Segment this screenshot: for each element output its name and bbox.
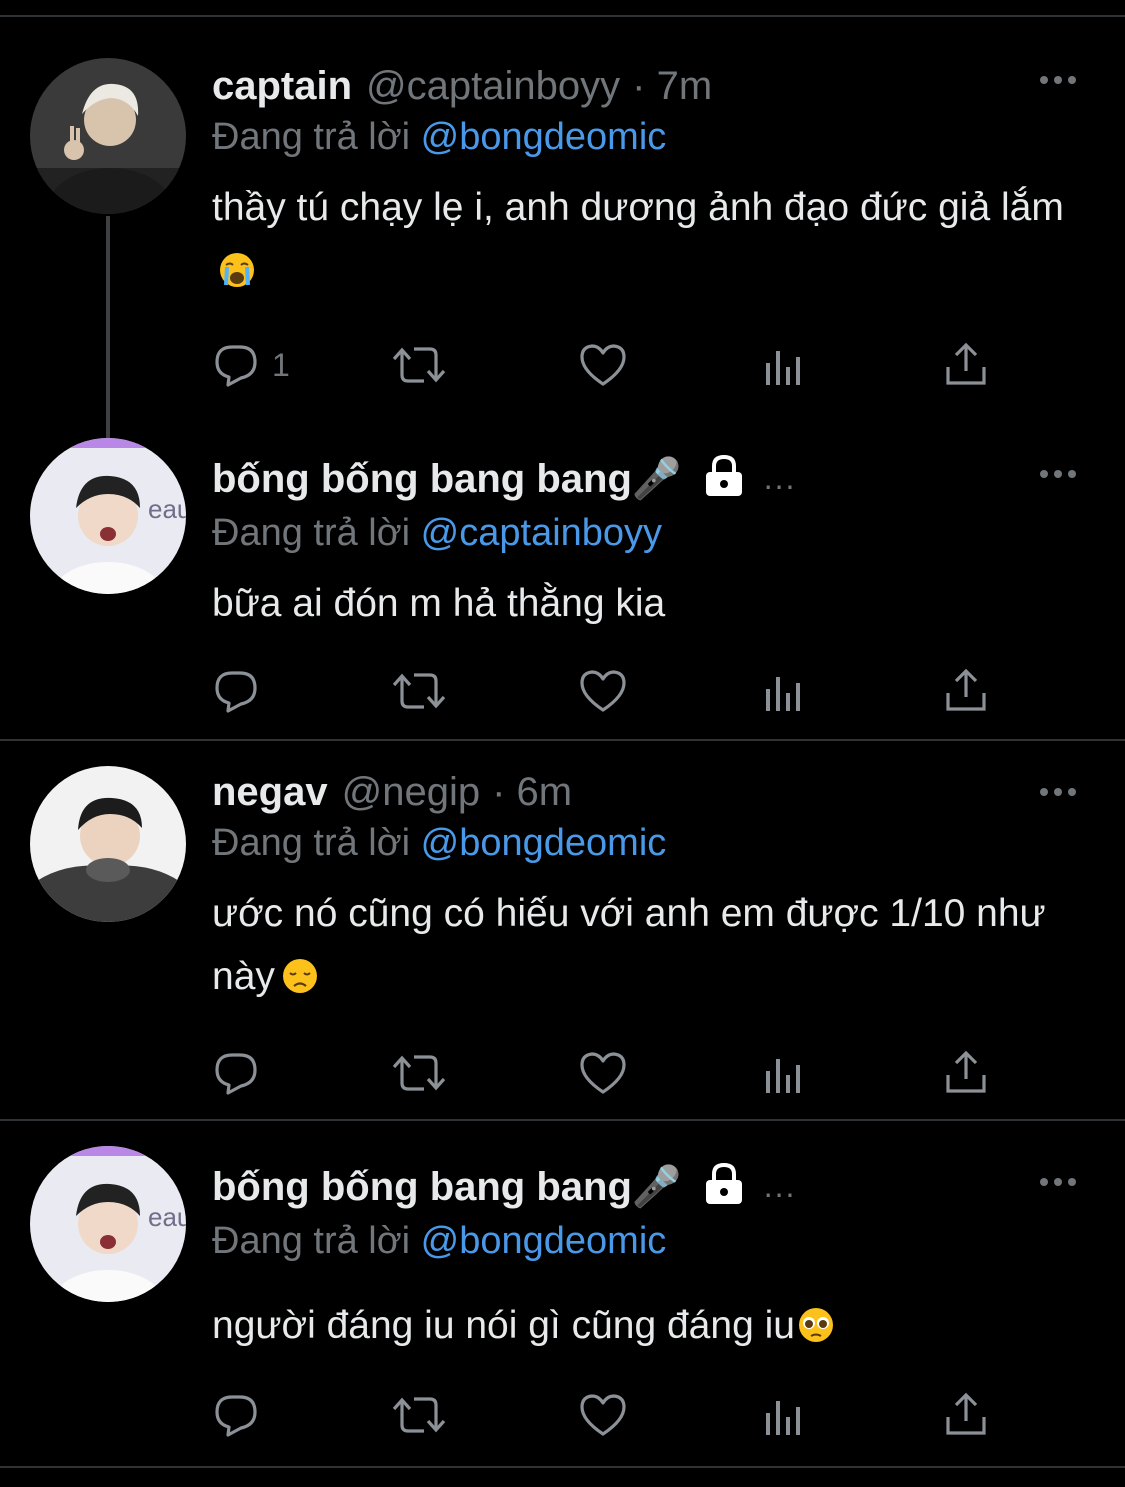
tweet-actions: 1 — [212, 340, 1012, 390]
like-button[interactable] — [578, 666, 628, 716]
tweet-text-content: người đáng iu nói gì cũng đáng iu — [212, 1304, 795, 1347]
heart-icon — [578, 341, 628, 389]
heart-icon — [578, 1391, 628, 1439]
reply-prefix: Đang trả lời — [212, 116, 411, 158]
timestamp[interactable]: · 6m — [492, 770, 572, 815]
reply-icon — [212, 1049, 260, 1097]
tweet-actions — [212, 1048, 1012, 1098]
reply-prefix: Đang trả lời — [212, 512, 411, 554]
tweet-text: thầy tú chạy lẹ i, anh dương ảnh đạo đức… — [212, 176, 1102, 308]
share-button[interactable] — [944, 1390, 988, 1440]
analytics-icon — [764, 1049, 806, 1097]
handle[interactable]: @captainboyy — [366, 64, 620, 109]
svg-text:eau: eau — [148, 494, 186, 524]
tweet-divider — [0, 739, 1125, 741]
reply-icon — [212, 1391, 260, 1439]
retweet-icon — [390, 1049, 448, 1097]
share-icon — [944, 1391, 988, 1439]
disappointed-face-icon — [281, 951, 319, 1014]
analytics-icon — [764, 1391, 806, 1439]
share-icon — [944, 341, 988, 389]
replying-to: Đang trả lời @captainboyy — [212, 512, 662, 555]
display-name[interactable]: captain — [212, 64, 352, 109]
like-button[interactable] — [578, 1048, 628, 1098]
handle[interactable]: @negip — [342, 770, 480, 815]
tweet-divider — [0, 1119, 1125, 1121]
display-name[interactable]: bống bống bang bang🎤 — [212, 455, 682, 502]
reply-button[interactable] — [212, 1390, 272, 1440]
reply-button[interactable]: 1 — [212, 340, 290, 390]
display-name[interactable]: negav — [212, 770, 328, 815]
share-button[interactable] — [944, 666, 988, 716]
svg-text:eau: eau — [148, 1202, 186, 1232]
lock-icon — [702, 1162, 746, 1211]
tweet-text-content: ước nó cũng có hiếu với anh em được 1/10… — [212, 892, 1046, 998]
analytics-button[interactable] — [764, 340, 806, 390]
tweet-actions — [212, 666, 1012, 716]
reply-prefix: Đang trả lời — [212, 1220, 411, 1262]
heart-icon — [578, 1049, 628, 1097]
share-icon — [944, 1049, 988, 1097]
tweet-text: ước nó cũng có hiếu với anh em được 1/10… — [212, 882, 1102, 1014]
share-icon — [944, 667, 988, 715]
more-options-icon[interactable] — [1040, 470, 1076, 478]
retweet-button[interactable] — [390, 340, 448, 390]
tweet-negav[interactable]: negav @negip · 6m Đang trả lời @bongdeom… — [0, 764, 1125, 1120]
tweet-actions — [212, 1390, 1012, 1440]
reply-button[interactable] — [212, 1048, 272, 1098]
avatar-bong[interactable]: eau — [30, 1146, 186, 1302]
more-options-icon[interactable] — [1040, 76, 1076, 84]
analytics-button[interactable] — [764, 1390, 806, 1440]
share-button[interactable] — [944, 1048, 988, 1098]
tweet-text: bữa ai đón m hả thằng kia — [212, 572, 1102, 635]
tweet-text-content: thầy tú chạy lẹ i, anh dương ảnh đạo đức… — [212, 186, 1064, 229]
avatar-negav[interactable] — [30, 766, 186, 922]
display-name[interactable]: bống bống bang bang🎤 — [212, 1163, 682, 1210]
tweet-text: người đáng iu nói gì cũng đáng iu — [212, 1294, 1102, 1363]
avatar-bong[interactable]: eau — [30, 438, 186, 594]
bottom-divider — [0, 1466, 1125, 1468]
retweet-icon — [390, 1391, 448, 1439]
timestamp[interactable]: · 7m — [632, 64, 712, 109]
reply-icon — [212, 667, 260, 715]
pleading-face-icon — [797, 1300, 835, 1363]
reply-icon — [212, 341, 260, 389]
retweet-button[interactable] — [390, 1390, 448, 1440]
tweet-bong-2[interactable]: eau bống bống bang bang🎤 ... Đang trả lờ… — [0, 1146, 1125, 1466]
reply-prefix: Đang trả lời — [212, 822, 411, 864]
thread-connector — [106, 216, 110, 438]
avatar-captain[interactable] — [30, 58, 186, 214]
analytics-icon — [764, 341, 806, 389]
reply-mention[interactable]: @bongdeomic — [421, 116, 667, 158]
more-options-icon[interactable] — [1040, 1178, 1076, 1186]
replying-to: Đang trả lời @bongdeomic — [212, 1220, 666, 1263]
like-button[interactable] — [578, 1390, 628, 1440]
retweet-button[interactable] — [390, 1048, 448, 1098]
analytics-button[interactable] — [764, 666, 806, 716]
reply-mention[interactable]: @bongdeomic — [421, 822, 667, 864]
name-truncation: ... — [763, 459, 797, 496]
retweet-icon — [390, 341, 448, 389]
reply-mention[interactable]: @captainboyy — [421, 512, 662, 554]
reply-button[interactable] — [212, 666, 272, 716]
retweet-icon — [390, 667, 448, 715]
share-button[interactable] — [944, 340, 988, 390]
like-button[interactable] — [578, 340, 628, 390]
analytics-button[interactable] — [764, 1048, 806, 1098]
replying-to: Đang trả lời @bongdeomic — [212, 822, 666, 865]
top-divider — [0, 15, 1125, 17]
tweet-text-content: bữa ai đón m hả thằng kia — [212, 582, 666, 625]
tweet-bong-1[interactable]: eau bống bống bang bang🎤 ... Đang trả lờ… — [0, 438, 1125, 738]
loudly-crying-face-icon — [218, 245, 256, 308]
retweet-button[interactable] — [390, 666, 448, 716]
heart-icon — [578, 667, 628, 715]
lock-icon — [702, 454, 746, 503]
more-options-icon[interactable] — [1040, 788, 1076, 796]
replying-to: Đang trả lời @bongdeomic — [212, 116, 666, 159]
reply-count: 1 — [272, 346, 290, 383]
analytics-icon — [764, 667, 806, 715]
name-truncation: ... — [763, 1167, 797, 1204]
tweet-captain[interactable]: captain @captainboyy · 7m Đang trả lời @… — [0, 58, 1125, 438]
reply-mention[interactable]: @bongdeomic — [421, 1220, 667, 1262]
